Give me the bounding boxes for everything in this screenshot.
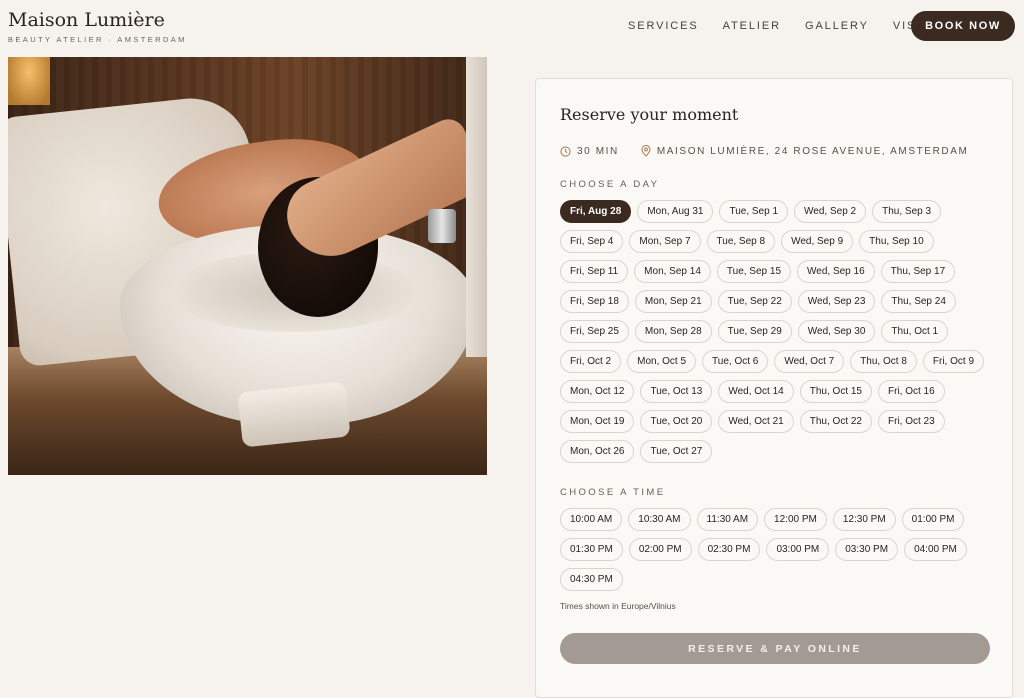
day-chip[interactable]: Wed, Oct 7 xyxy=(774,350,845,373)
time-chip[interactable]: 01:30 PM xyxy=(560,538,623,561)
day-chip[interactable]: Thu, Oct 15 xyxy=(799,380,872,403)
nav-gallery[interactable]: GALLERY xyxy=(805,20,869,32)
day-chip[interactable]: Thu, Sep 3 xyxy=(872,200,942,223)
folded-towel xyxy=(237,381,351,448)
time-chip[interactable]: 04:00 PM xyxy=(904,538,967,561)
day-chip[interactable]: Mon, Sep 28 xyxy=(634,320,712,343)
day-chip[interactable]: Thu, Oct 1 xyxy=(881,320,949,343)
day-chip[interactable]: Wed, Sep 16 xyxy=(797,260,875,283)
time-chip[interactable]: 03:30 PM xyxy=(835,538,899,561)
day-chip[interactable]: Thu, Oct 8 xyxy=(850,350,917,373)
day-chip[interactable]: Wed, Sep 23 xyxy=(797,290,876,313)
choose-time-label: CHOOSE A TIME xyxy=(560,487,666,498)
location: MAISON LUMIÈRE, 24 ROSE AVENUE, AMSTERDA… xyxy=(641,145,969,157)
main-nav: SERVICES ATELIER GALLERY VISIT xyxy=(628,20,954,32)
hero-image xyxy=(8,57,487,475)
time-chip[interactable]: 10:30 AM xyxy=(628,508,691,531)
time-chip[interactable]: 02:30 PM xyxy=(697,538,761,561)
time-chip[interactable]: 01:00 PM xyxy=(901,508,965,531)
clock-icon xyxy=(560,145,571,157)
location-text: MAISON LUMIÈRE, 24 ROSE AVENUE, AMSTERDA… xyxy=(656,145,969,157)
day-chip[interactable]: Wed, Oct 21 xyxy=(718,410,794,433)
time-chip[interactable]: 12:00 PM xyxy=(764,508,827,531)
day-chip[interactable]: Fri, Sep 25 xyxy=(560,320,629,343)
day-chip[interactable]: Tue, Sep 15 xyxy=(716,260,792,283)
booking-meta: 30 MIN MAISON LUMIÈRE, 24 ROSE AVENUE, A… xyxy=(560,145,968,157)
day-chip[interactable]: Tue, Sep 22 xyxy=(717,290,792,313)
day-chip[interactable]: Thu, Sep 17 xyxy=(880,260,956,283)
day-chip[interactable]: Tue, Sep 8 xyxy=(706,230,776,253)
brand-name: Maison Lumière xyxy=(8,9,165,31)
faucet xyxy=(428,209,456,243)
day-picker: Fri, Aug 28 Mon, Aug 31 Tue, Sep 1 Wed, Sep… xyxy=(560,200,1000,463)
nav-services[interactable]: SERVICES xyxy=(628,20,699,32)
day-chip[interactable]: Fri, Oct 2 xyxy=(560,350,622,373)
time-chip[interactable]: 03:00 PM xyxy=(766,538,830,561)
brand-logo[interactable]: Maison Lumière BEAUTY ATELIER · AMSTERDA… xyxy=(8,8,187,44)
day-chip[interactable]: Mon, Sep 14 xyxy=(634,260,711,283)
booking-title: Reserve your moment xyxy=(560,105,739,124)
day-chip[interactable]: Mon, Oct 12 xyxy=(560,380,635,403)
book-now-button[interactable]: BOOK NOW xyxy=(911,11,1015,41)
lamp-glow xyxy=(8,57,50,105)
time-chip[interactable]: 02:00 PM xyxy=(628,538,692,561)
day-chip[interactable]: Wed, Sep 30 xyxy=(797,320,876,343)
day-chip[interactable]: Wed, Oct 14 xyxy=(718,380,794,403)
time-chip[interactable]: 10:00 AM xyxy=(560,508,623,531)
choose-day-label: CHOOSE A DAY xyxy=(560,179,660,190)
day-chip[interactable]: Wed, Sep 9 xyxy=(781,230,854,253)
day-chip[interactable]: Mon, Sep 21 xyxy=(634,290,712,313)
day-chip[interactable]: Tue, Oct 27 xyxy=(640,440,713,463)
day-chip[interactable]: Thu, Sep 24 xyxy=(881,290,956,313)
day-chip[interactable]: Tue, Sep 29 xyxy=(717,320,792,343)
time-picker: 10:00 AM 10:30 AM 11:30 AM 12:00 PM 12:30 PM… xyxy=(560,508,1000,591)
day-chip[interactable]: Fri, Aug 28 xyxy=(560,200,632,223)
timezone-note: Times shown in Europe/Vilnius xyxy=(560,601,676,611)
day-chip[interactable]: Mon, Aug 31 xyxy=(637,200,714,223)
nav-atelier[interactable]: ATELIER xyxy=(723,20,781,32)
day-chip[interactable]: Tue, Oct 13 xyxy=(640,380,713,403)
time-chip[interactable]: 04:30 PM xyxy=(560,568,623,591)
day-chip[interactable]: Thu, Sep 10 xyxy=(859,230,934,253)
day-chip[interactable]: Mon, Oct 5 xyxy=(627,350,697,373)
duration: 30 MIN xyxy=(560,146,619,157)
reserve-pay-button[interactable]: RESERVE & PAY ONLINE xyxy=(560,633,990,664)
day-chip[interactable]: Tue, Oct 6 xyxy=(702,350,769,373)
stylist-sleeve xyxy=(466,57,487,357)
time-chip[interactable]: 12:30 PM xyxy=(832,508,896,531)
brand-tagline: BEAUTY ATELIER · AMSTERDAM xyxy=(8,35,187,44)
day-chip[interactable]: Mon, Oct 26 xyxy=(560,440,635,463)
day-chip[interactable]: Fri, Sep 4 xyxy=(560,230,624,253)
day-chip[interactable]: Fri, Sep 11 xyxy=(560,260,629,283)
day-chip[interactable]: Fri, Sep 18 xyxy=(560,290,629,313)
day-chip[interactable]: Mon, Oct 19 xyxy=(560,410,635,433)
day-chip[interactable]: Wed, Sep 2 xyxy=(794,200,867,223)
time-chip[interactable]: 11:30 AM xyxy=(696,508,759,531)
day-chip[interactable]: Thu, Oct 22 xyxy=(799,410,872,433)
map-pin-icon xyxy=(641,145,651,157)
day-chip[interactable]: Fri, Oct 23 xyxy=(878,410,945,433)
day-chip[interactable]: Tue, Oct 20 xyxy=(640,410,713,433)
day-chip[interactable]: Fri, Oct 9 xyxy=(922,350,985,373)
booking-panel: Reserve your moment 30 MIN MAISON LUMIÈR… xyxy=(535,78,1013,698)
site-header: Maison Lumière BEAUTY ATELIER · AMSTERDA… xyxy=(0,0,1024,57)
day-chip[interactable]: Tue, Sep 1 xyxy=(719,200,789,223)
day-chip[interactable]: Fri, Oct 16 xyxy=(878,380,945,403)
day-chip[interactable]: Mon, Sep 7 xyxy=(629,230,701,253)
duration-text: 30 MIN xyxy=(577,145,619,157)
